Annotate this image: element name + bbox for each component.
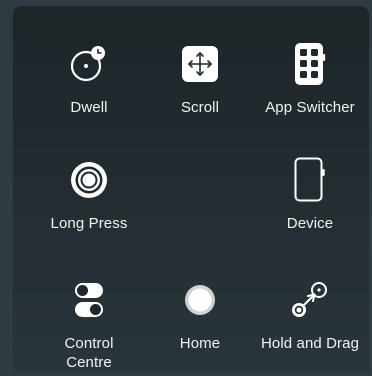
scroll-icon [178,42,222,86]
menu-item-label: Home [179,335,221,352]
menu-item-label: Device [286,215,334,232]
menu-item-scroll[interactable]: Scroll [142,42,258,117]
assistive-touch-menu: Dwell Scroll App Switcher Long Press Dev… [13,6,369,372]
app-switcher-icon [288,42,332,86]
menu-item-device[interactable]: Device [252,157,368,233]
assistive-touch-overlay: Dwell Scroll App Switcher Long Press Dev… [0,0,372,376]
menu-item-home[interactable]: Home [142,278,258,353]
hold-and-drag-icon [288,278,332,322]
menu-item-dwell[interactable]: Dwell [31,42,147,117]
home-icon [178,278,222,322]
menu-item-long-press[interactable]: Long Press [31,158,147,233]
menu-item-label: Hold and Drag [260,335,360,352]
long-press-icon [67,158,111,202]
menu-item-label: Long Press [50,215,128,232]
menu-item-label: App Switcher [265,99,355,116]
menu-item-label: Dwell [70,99,108,116]
dwell-icon [67,42,111,86]
control-centre-icon [67,278,111,322]
menu-item-label: Control Centre [64,335,114,371]
menu-item-app-switcher[interactable]: App Switcher [252,42,368,117]
menu-item-control-centre[interactable]: Control Centre [31,278,147,372]
device-icon [288,157,332,202]
menu-item-hold-and-drag[interactable]: Hold and Drag [252,278,368,353]
menu-item-label: Scroll [180,99,220,116]
